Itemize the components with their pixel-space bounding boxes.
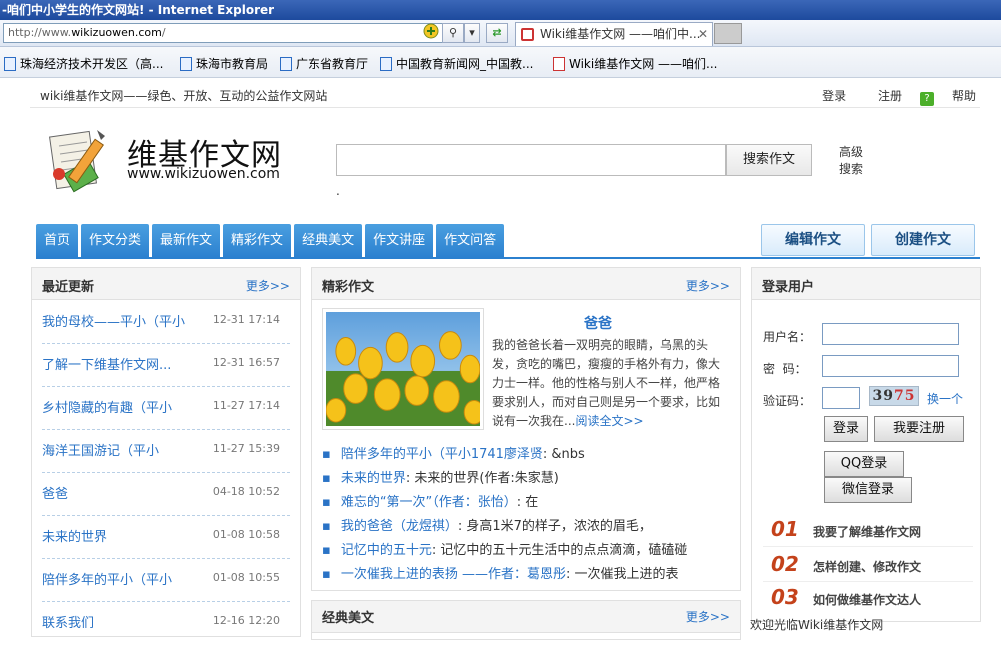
nav-lectures[interactable]: 作文讲座 xyxy=(365,224,434,258)
chevron-down-icon[interactable]: ▾ xyxy=(464,23,480,43)
favorite-link-1[interactable]: 珠海经济技术开发区（高... xyxy=(4,55,163,72)
address-prefix: http://www. xyxy=(8,26,72,39)
nav-underline xyxy=(36,257,980,259)
nav-home[interactable]: 首页 xyxy=(36,224,79,258)
nav-classic[interactable]: 经典美文 xyxy=(294,224,363,258)
tab-label: Wiki维基作文网 ——咱们中... xyxy=(540,27,701,41)
password-label: 密 码： xyxy=(763,362,807,376)
list-item[interactable]: 未来的世界 01-08 10:58 xyxy=(42,516,290,559)
page-icon xyxy=(553,57,565,71)
classic-panel-header: 经典美文 更多>> xyxy=(312,601,740,633)
favorite-link-4[interactable]: 中国教育新闻网_中国教... xyxy=(380,55,533,72)
wechat-login-button[interactable]: 微信登录 xyxy=(824,477,912,503)
list-item[interactable]: ▪ 一次催我上进的表扬 ——作者：葛恩彤: 一次催我上进的表 xyxy=(322,563,722,583)
list-item[interactable]: ▪ 陪伴多年的平小（平小1741廖泽贤: &nbs xyxy=(322,443,722,463)
favorite-link-3[interactable]: 广东省教育厅 xyxy=(280,55,368,72)
help-step[interactable]: 03 如何做维基作文达人 xyxy=(763,581,973,615)
list-item[interactable]: 陪伴多年的平小（平小 01-08 10:55 xyxy=(42,559,290,602)
list-item[interactable]: 爸爸 04-18 10:52 xyxy=(42,473,290,516)
list-item[interactable]: ▪ 未来的世界: 未来的世界(作者:朱家慧) xyxy=(322,467,722,487)
stray-dot: . xyxy=(336,184,340,198)
address-suffix: / xyxy=(161,26,166,39)
page-icon xyxy=(4,57,16,71)
recent-more-link[interactable]: 更多>> xyxy=(246,277,290,294)
help-link[interactable]: ? 帮助 xyxy=(906,89,976,106)
new-tab-button[interactable] xyxy=(714,23,742,44)
search-input[interactable] xyxy=(336,144,726,176)
list-item[interactable]: ▪ 记忆中的五十元: 记忆中的五十元生活中的点点滴滴，磕磕碰 xyxy=(322,539,722,559)
login-button[interactable]: 登录 xyxy=(824,416,868,442)
captcha-field[interactable] xyxy=(822,387,860,409)
list-item[interactable]: 了解一下维基作文网... 12-31 16:57 xyxy=(42,344,290,387)
captcha-image[interactable]: 3975 xyxy=(869,386,919,406)
qq-login-button[interactable]: QQ登录 xyxy=(824,451,904,477)
tulip-photo[interactable] xyxy=(322,308,484,430)
edit-essay-button[interactable]: 编辑作文 xyxy=(761,224,865,256)
register-button[interactable]: 我要注册 xyxy=(874,416,964,442)
featured-panel-title: 精彩作文 xyxy=(322,280,375,295)
favorite-link-2[interactable]: 珠海市教育局 xyxy=(180,55,268,72)
username-field[interactable] xyxy=(822,323,959,345)
site-favicon-icon xyxy=(521,28,534,41)
featured-more-link[interactable]: 更多>> xyxy=(686,277,730,294)
address-toolbar: http://www.wikizuowen.com/ ⚲ ▾ ⇄ Wiki维基作… xyxy=(0,20,1001,47)
create-essay-button[interactable]: 创建作文 xyxy=(871,224,975,256)
address-domain: wikizuowen.com xyxy=(71,26,162,39)
refresh-icon[interactable]: ⇄ xyxy=(486,23,508,43)
list-item[interactable]: 联系我们 12-16 12:20 xyxy=(42,602,290,645)
classic-panel-title: 经典美文 xyxy=(322,611,375,626)
favorites-bar: 珠海经济技术开发区（高... 珠海市教育局 广东省教育厅 中国教育新闻网_中国教… xyxy=(0,47,1001,78)
featured-article-title[interactable]: 爸爸 xyxy=(584,313,612,333)
list-item[interactable]: 海洋王国游记（平小 11-27 15:39 xyxy=(42,430,290,473)
list-item[interactable]: 乡村隐藏的有趣（平小 11-27 17:14 xyxy=(42,387,290,430)
compat-icon[interactable] xyxy=(422,23,440,43)
recent-panel-title: 最近更新 xyxy=(42,280,95,295)
nav-latest[interactable]: 最新作文 xyxy=(152,224,221,258)
advanced-search-link[interactable]: 高级搜索 xyxy=(839,144,869,178)
help-step[interactable]: 02 怎样创建、修改作文 xyxy=(763,548,973,582)
main-nav: 首页 作文分类 最新作文 精彩作文 经典美文 作文讲座 作文问答 xyxy=(36,224,507,258)
classic-more-link[interactable]: 更多>> xyxy=(686,608,730,625)
favorite-link-5[interactable]: Wiki维基作文网 ——咱们... xyxy=(553,55,717,72)
page-icon xyxy=(380,57,392,71)
help-step[interactable]: 01 我要了解维基作文网 xyxy=(763,513,973,547)
logo-icon[interactable] xyxy=(45,126,117,194)
classic-panel: 经典美文 更多>> xyxy=(311,600,741,640)
top-links: 登录 注册 ? 帮助 xyxy=(808,87,976,106)
login-panel: 登录用户 用户名： 密 码： 验证码： 3975 换一个 登录 我要注册 QQ登… xyxy=(751,267,981,622)
search-icon[interactable]: ⚲ xyxy=(442,23,464,43)
nav-featured[interactable]: 精彩作文 xyxy=(223,224,292,258)
login-link[interactable]: 登录 xyxy=(822,89,846,103)
close-tab-icon[interactable]: ✕ xyxy=(698,23,708,45)
header-divider xyxy=(30,107,980,108)
featured-panel-header: 精彩作文 更多>> xyxy=(312,268,740,300)
list-item[interactable]: ▪ 难忘的“第一次”（作者：张怡）: 在 xyxy=(322,491,722,511)
password-field[interactable] xyxy=(822,355,959,377)
featured-excerpt: 我的爸爸长着一双明亮的眼睛，乌黑的头发，贪吃的嘴巴，瘦瘦的手格外有力，像大力士一… xyxy=(492,338,721,428)
window-title: -咱们中小学生的作文网站! - Internet Explorer xyxy=(0,0,1001,20)
nav-categories[interactable]: 作文分类 xyxy=(81,224,150,258)
site-tagline: wiki维基作文网——绿色、开放、互动的公益作文网站 xyxy=(40,89,328,103)
list-item[interactable]: ▪ 我的爸爸（龙煜祺）: 身高1米7的样子，浓浓的眉毛， xyxy=(322,515,722,535)
recent-panel: 最近更新 更多>> 我的母校——平小（平小 12-31 17:14 了解一下维基作… xyxy=(31,267,301,637)
read-all-link[interactable]: 阅读全文>> xyxy=(575,414,643,428)
page-icon xyxy=(280,57,292,71)
list-item[interactable]: 我的母校——平小（平小 12-31 17:14 xyxy=(42,301,290,344)
login-panel-title: 登录用户 xyxy=(762,280,815,295)
nav-qa[interactable]: 作文问答 xyxy=(436,224,505,258)
help-icon: ? xyxy=(919,92,934,106)
logo-url: www.wikizuowen.com xyxy=(127,166,280,182)
address-bar[interactable]: http://www.wikizuowen.com/ xyxy=(3,23,480,43)
register-link[interactable]: 注册 xyxy=(864,89,902,103)
page-icon xyxy=(180,57,192,71)
search-button[interactable]: 搜索作文 xyxy=(726,144,812,176)
username-label: 用户名： xyxy=(763,330,812,344)
login-panel-header: 登录用户 xyxy=(752,268,980,300)
featured-panel: 精彩作文 更多>> 爸爸 我的爸爸长着一双明亮的眼睛，乌黑的头发，贪吃的嘴巴，瘦… xyxy=(311,267,741,591)
tab-wikizuowen[interactable]: Wiki维基作文网 ——咱们中... ✕ xyxy=(515,22,713,46)
captcha-label: 验证码： xyxy=(763,394,812,408)
refresh-captcha-link[interactable]: 换一个 xyxy=(927,390,963,407)
recent-panel-header: 最近更新 更多>> xyxy=(32,268,300,300)
